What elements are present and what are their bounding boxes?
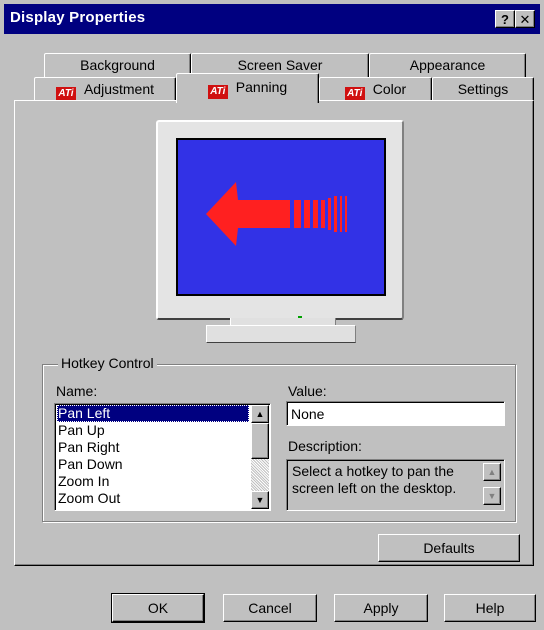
- value-label: Value:: [288, 383, 327, 399]
- monitor-preview: [156, 120, 404, 320]
- ati-logo-icon: ATi: [55, 87, 76, 101]
- tab-appearance[interactable]: Appearance: [369, 53, 526, 77]
- tab-label: Screen Saver: [237, 57, 323, 73]
- display-properties-window: Display Properties ? ✕ Background Screen…: [0, 0, 544, 630]
- monitor-base: [206, 325, 356, 343]
- list-item[interactable]: Zoom Out: [57, 490, 249, 507]
- hotkey-name-list[interactable]: Pan Left Pan Up Pan Right Pan Down Zoom …: [54, 403, 271, 511]
- list-item[interactable]: Pan Right: [57, 439, 249, 456]
- list-item[interactable]: Pan Left: [57, 405, 249, 422]
- scroll-down-icon[interactable]: ▼: [251, 491, 269, 509]
- list-items: Pan Left Pan Up Pan Right Pan Down Zoom …: [57, 405, 249, 507]
- ati-logo-icon: ATi: [207, 85, 228, 99]
- tab-label: Background: [80, 57, 155, 73]
- hotkey-value-field[interactable]: None: [286, 401, 505, 426]
- hotkey-control-label: Hotkey Control: [58, 355, 157, 371]
- scroll-up-icon[interactable]: ▲: [483, 463, 501, 481]
- ati-logo-icon: ATi: [344, 87, 365, 101]
- description-box: Select a hotkey to pan the screen left o…: [286, 459, 505, 511]
- description-scrollbar[interactable]: ▲ ▼: [483, 463, 501, 507]
- description-label: Description:: [288, 438, 362, 454]
- tab-color[interactable]: ATi Color: [319, 77, 432, 101]
- list-item[interactable]: Pan Up: [57, 422, 249, 439]
- window-title: Display Properties: [10, 9, 146, 26]
- list-item[interactable]: Zoom In: [57, 473, 249, 490]
- name-label: Name:: [56, 383, 98, 399]
- description-text: Select a hotkey to pan the screen left o…: [292, 463, 457, 496]
- tab-panning[interactable]: ATi Panning: [176, 73, 319, 103]
- tab-background[interactable]: Background: [44, 53, 191, 77]
- scroll-thumb[interactable]: [251, 423, 269, 459]
- help-button[interactable]: Help: [444, 594, 536, 622]
- tab-label: Adjustment: [83, 81, 155, 97]
- title-bar[interactable]: Display Properties ? ✕: [4, 4, 540, 34]
- tab-label: Settings: [457, 81, 509, 97]
- list-item[interactable]: Pan Down: [57, 456, 249, 473]
- tab-settings[interactable]: Settings: [432, 77, 534, 101]
- close-icon[interactable]: ✕: [515, 10, 535, 28]
- help-icon[interactable]: ?: [495, 10, 515, 28]
- monitor-screen: [176, 138, 386, 296]
- defaults-button[interactable]: Defaults: [378, 534, 520, 562]
- cancel-button[interactable]: Cancel: [223, 594, 317, 622]
- scroll-down-icon[interactable]: ▼: [483, 487, 501, 505]
- tab-label: Panning: [235, 79, 288, 95]
- pan-left-arrow-icon: [206, 182, 347, 246]
- tab-adjustment[interactable]: ATi Adjustment: [34, 77, 176, 101]
- list-scrollbar[interactable]: ▲ ▼: [251, 405, 269, 509]
- tab-label: Appearance: [409, 57, 486, 73]
- tab-label: Color: [372, 81, 407, 97]
- scroll-up-icon[interactable]: ▲: [251, 405, 269, 423]
- apply-button[interactable]: Apply: [334, 594, 428, 622]
- ok-button[interactable]: OK: [111, 593, 205, 623]
